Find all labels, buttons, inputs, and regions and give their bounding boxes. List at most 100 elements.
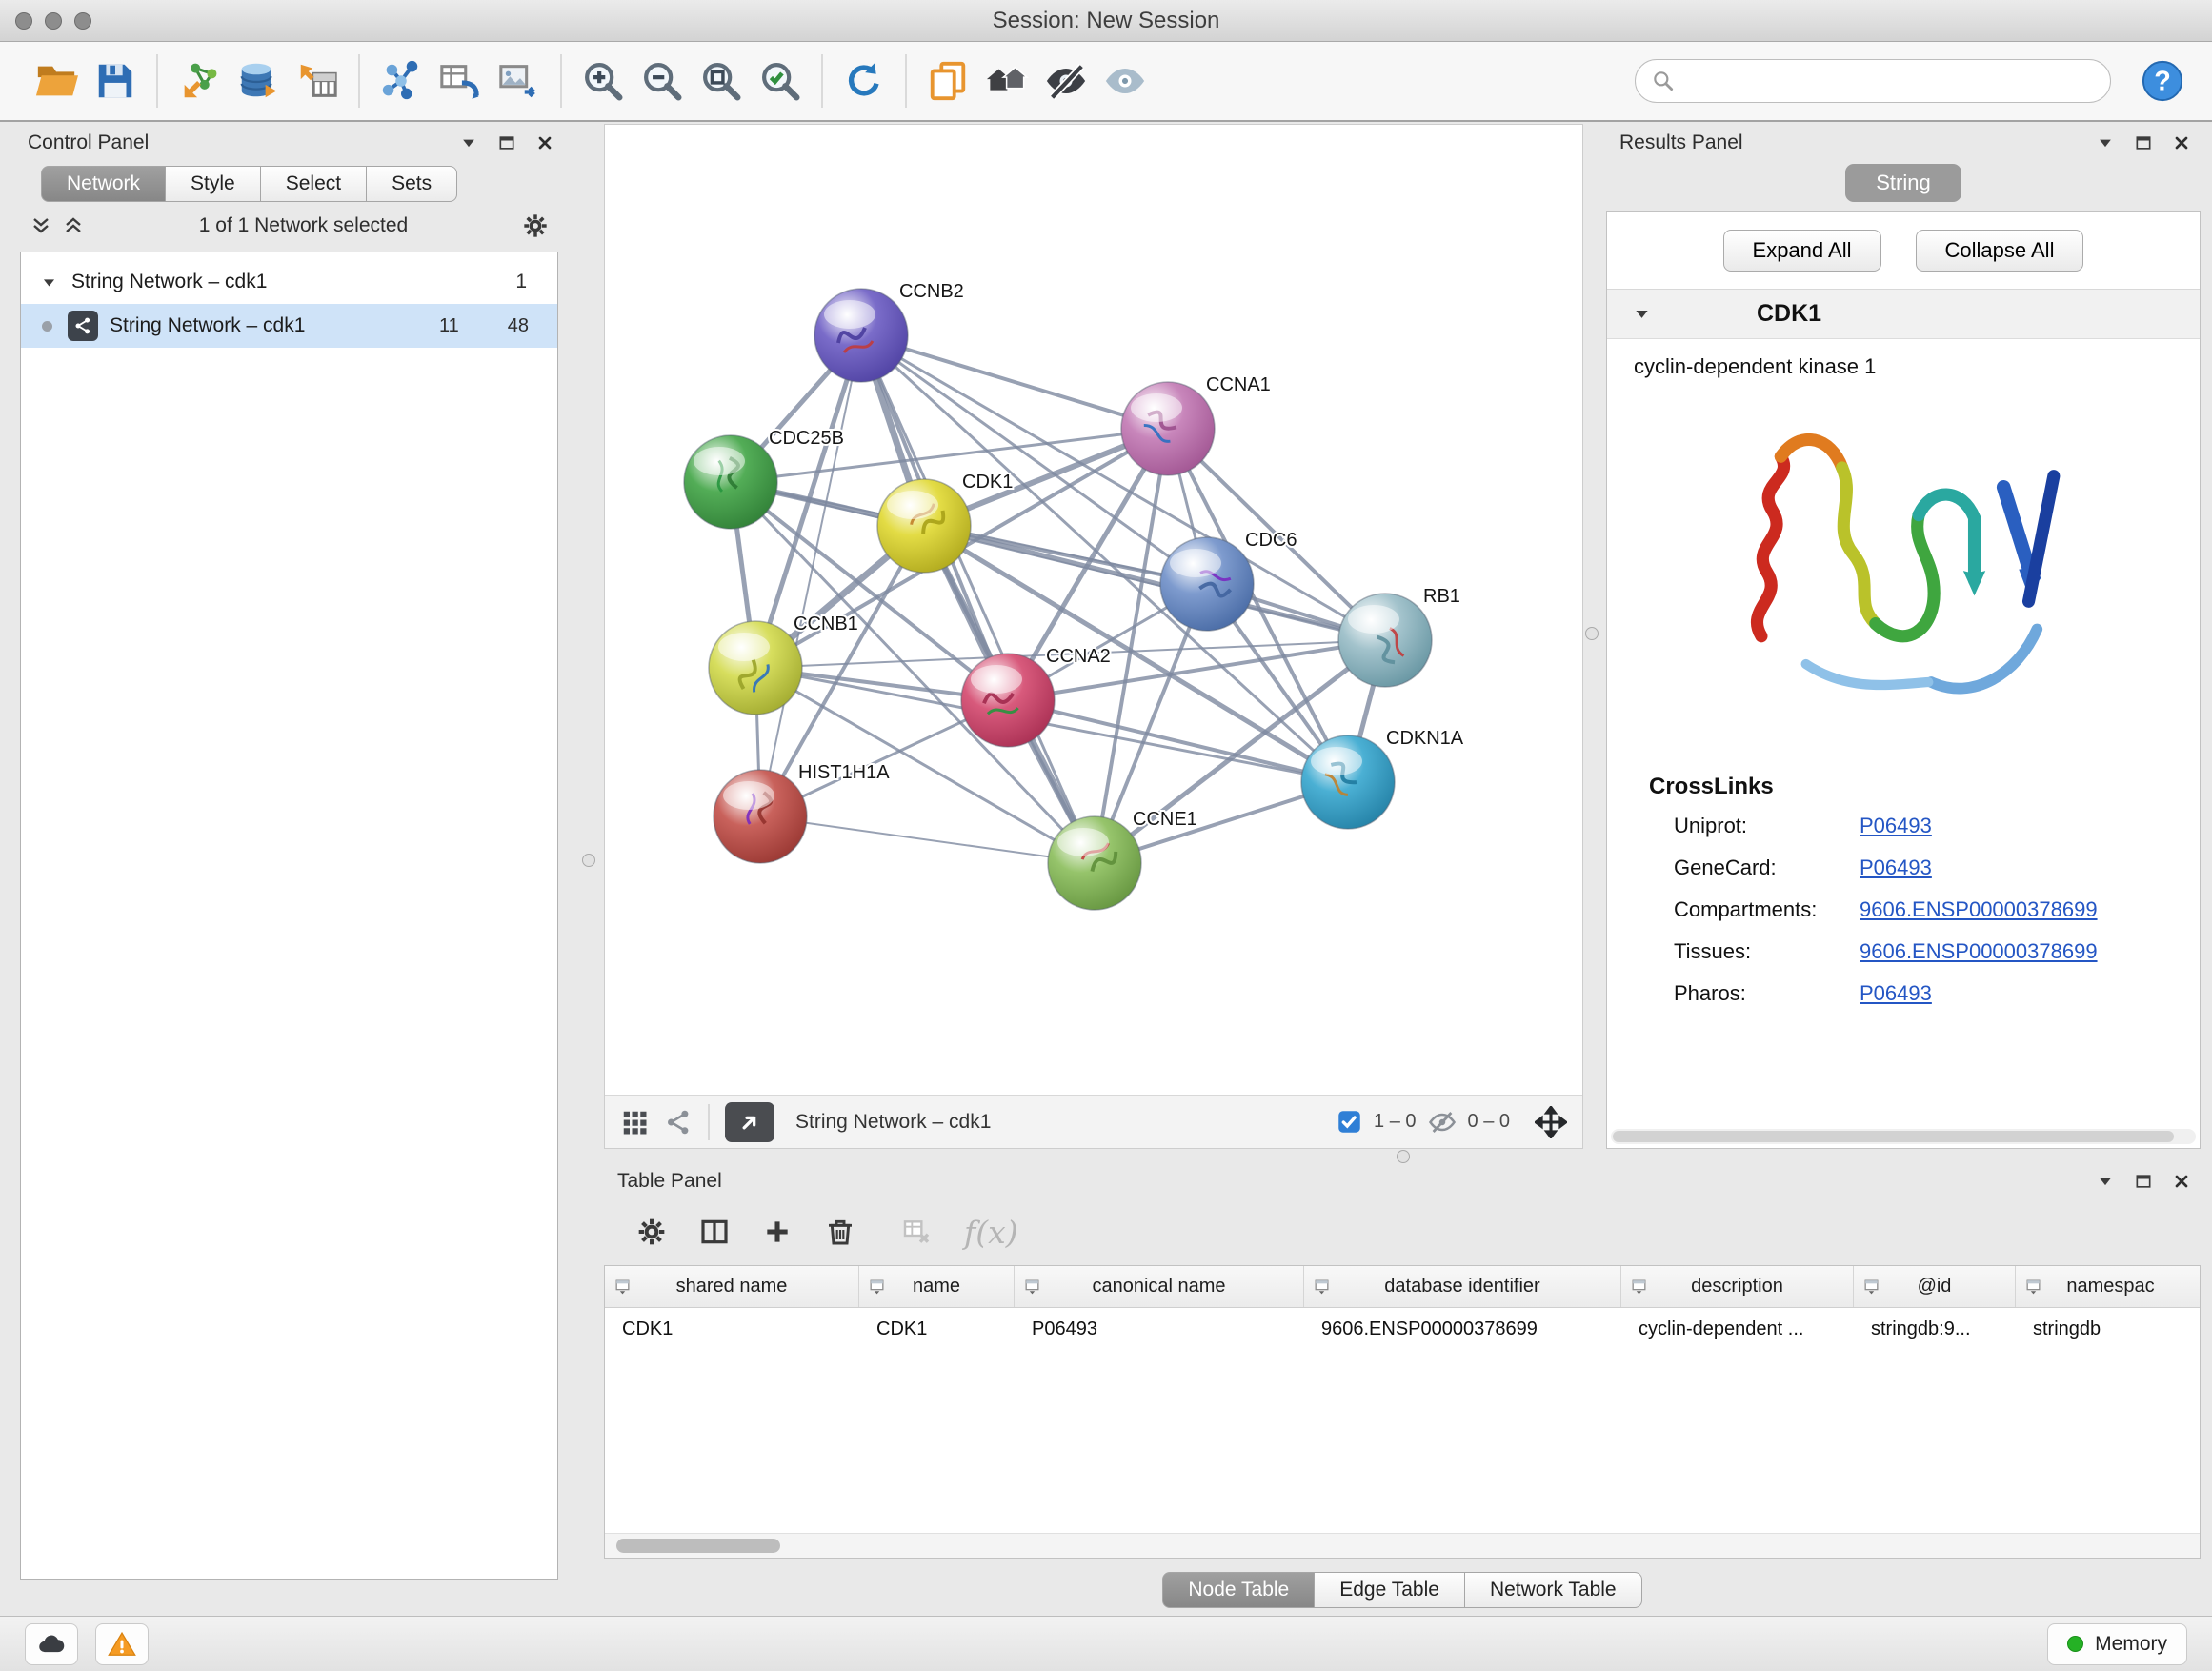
panel-float-button[interactable]	[497, 133, 516, 152]
column-header-database-identifier[interactable]: database identifier	[1304, 1266, 1621, 1307]
zoom-fit-button[interactable]	[692, 50, 751, 111]
protein-section: CDK1 cyclin-dependent kinase 1	[1607, 289, 2200, 1148]
tab-select[interactable]: Select	[261, 166, 367, 202]
network-edge[interactable]	[760, 816, 1095, 863]
section-caret-icon[interactable]	[1632, 304, 1652, 324]
panel-float-button[interactable]	[2134, 1172, 2153, 1191]
column-header-@id[interactable]: @id	[1854, 1266, 2016, 1307]
pan-mode-button[interactable]	[1535, 1106, 1567, 1138]
show-all-button[interactable]	[1096, 50, 1155, 111]
crosslinks-title: CrossLinks	[1607, 764, 2200, 814]
panel-close-button[interactable]	[2172, 133, 2191, 152]
cloud-status-button[interactable]	[25, 1623, 78, 1665]
network-node-CCNB2[interactable]: CCNB2	[814, 281, 964, 382]
import-table-button[interactable]	[288, 50, 347, 111]
crosslink-value[interactable]: P06493	[1860, 981, 1932, 1005]
crosslink-value[interactable]: 9606.ENSP00000378699	[1860, 897, 2098, 921]
create-column-button[interactable]	[762, 1217, 793, 1247]
network-row[interactable]: String Network – cdk1 11 48	[21, 304, 557, 348]
network-node-HIST1H1A[interactable]: HIST1H1A	[714, 762, 890, 863]
network-node-CDK1[interactable]: CDK1	[877, 472, 1013, 573]
panel-float-button[interactable]	[2134, 133, 2153, 152]
collapse-all-button[interactable]: Collapse All	[1916, 230, 2084, 272]
tab-network[interactable]: Network	[41, 166, 166, 202]
show-columns-button[interactable]	[699, 1217, 730, 1247]
expand-all-button[interactable]: Expand All	[1723, 230, 1881, 272]
column-header-shared-name[interactable]: shared name	[605, 1266, 859, 1307]
zoom-in-button[interactable]	[573, 50, 633, 111]
network-node-CDKN1A[interactable]: CDKN1A	[1301, 728, 1464, 829]
table-cell: CDK1	[859, 1308, 1015, 1350]
crosslink-label: GeneCard:	[1674, 856, 1860, 880]
detach-view-button[interactable]	[725, 1102, 774, 1142]
network-view-button[interactable]	[431, 50, 490, 111]
zoom-selected-button[interactable]	[751, 50, 810, 111]
collection-caret-icon[interactable]	[40, 273, 58, 292]
panel-menu-button[interactable]	[2096, 133, 2115, 152]
network-edge[interactable]	[760, 335, 861, 816]
network-node-CCNA1[interactable]: CCNA1	[1121, 374, 1271, 475]
network-node-RB1[interactable]: RB1	[1338, 586, 1460, 687]
open-session-button[interactable]	[27, 50, 86, 111]
collection-count: 1	[515, 271, 546, 293]
search-box[interactable]	[1635, 59, 2111, 103]
column-header-name[interactable]: name	[859, 1266, 1015, 1307]
crosslink-value[interactable]: P06493	[1860, 814, 1932, 837]
panel-menu-button[interactable]	[2096, 1172, 2115, 1191]
save-session-button[interactable]	[86, 50, 145, 111]
cloud-icon	[37, 1630, 66, 1659]
window-minimize-button[interactable]	[45, 12, 62, 30]
window-zoom-button[interactable]	[74, 12, 91, 30]
network-edge[interactable]	[861, 335, 1095, 863]
help-button[interactable]: ?	[2140, 58, 2185, 104]
crosslink-value[interactable]: 9606.ENSP00000378699	[1860, 939, 2098, 963]
crosslink-label: Pharos:	[1674, 981, 1860, 1006]
refresh-button[interactable]	[835, 50, 894, 111]
tab-edge-table[interactable]: Edge Table	[1315, 1572, 1465, 1608]
network-options-gear-button[interactable]	[522, 212, 549, 239]
export-image-button[interactable]	[490, 50, 549, 111]
column-header-canonical-name[interactable]: canonical name	[1015, 1266, 1304, 1307]
panel-close-button[interactable]	[535, 133, 554, 152]
table-row[interactable]: CDK1CDK1P064939606.ENSP00000378699cyclin…	[605, 1308, 2200, 1350]
import-network-file-button[interactable]	[170, 50, 229, 111]
node-label: CDC6	[1245, 530, 1297, 551]
table-horizontal-scrollbar[interactable]	[605, 1533, 2200, 1558]
search-input[interactable]	[1685, 70, 2095, 92]
column-header-description[interactable]: description	[1621, 1266, 1854, 1307]
column-header-namespac[interactable]: namespac	[2016, 1266, 2201, 1307]
panel-menu-button[interactable]	[459, 133, 478, 152]
copy-button[interactable]	[918, 50, 977, 111]
home-button[interactable]	[977, 50, 1036, 111]
tab-string[interactable]: String	[1845, 164, 1961, 202]
tab-node-table[interactable]: Node Table	[1162, 1572, 1315, 1608]
zoom-out-button[interactable]	[633, 50, 692, 111]
collapse-all-tree-button[interactable]	[62, 214, 85, 237]
memory-button[interactable]: Memory	[2047, 1623, 2187, 1665]
network-edge[interactable]	[861, 335, 1168, 429]
bottom-splitter-handle[interactable]	[1397, 1150, 1410, 1163]
network-collection-row[interactable]: String Network – cdk1 1	[21, 260, 557, 304]
crosslink-value[interactable]: P06493	[1860, 856, 1932, 879]
tab-style[interactable]: Style	[166, 166, 261, 202]
warnings-button[interactable]	[95, 1623, 149, 1665]
import-network-database-button[interactable]	[229, 50, 288, 111]
network-node-CCNE1[interactable]: CCNE1	[1048, 809, 1197, 910]
delete-column-button[interactable]	[825, 1217, 855, 1247]
table-options-gear-button[interactable]	[636, 1217, 667, 1247]
panel-close-button[interactable]	[2172, 1172, 2191, 1191]
new-network-button[interactable]	[372, 50, 431, 111]
tab-sets[interactable]: Sets	[367, 166, 457, 202]
tab-network-table[interactable]: Network Table	[1465, 1572, 1642, 1608]
expand-all-tree-button[interactable]	[30, 214, 52, 237]
network-canvas[interactable]: CCNB2CCNA1CDC25BCDK1CDC6RB1CCNB1CCNA2CDK…	[605, 125, 1582, 1095]
network-edge[interactable]	[924, 526, 1385, 640]
birds-eye-view-button[interactable]	[620, 1108, 649, 1137]
scrollbar-thumb[interactable]	[616, 1539, 780, 1553]
hide-selected-button[interactable]	[1036, 50, 1096, 111]
results-scrollbar[interactable]	[1611, 1129, 2196, 1144]
right-splitter-handle[interactable]	[1585, 627, 1599, 640]
window-close-button[interactable]	[15, 12, 32, 30]
workspace: Control Panel NetworkStyleSelectSets 1 o…	[0, 124, 2212, 1616]
left-splitter-handle[interactable]	[582, 854, 595, 867]
